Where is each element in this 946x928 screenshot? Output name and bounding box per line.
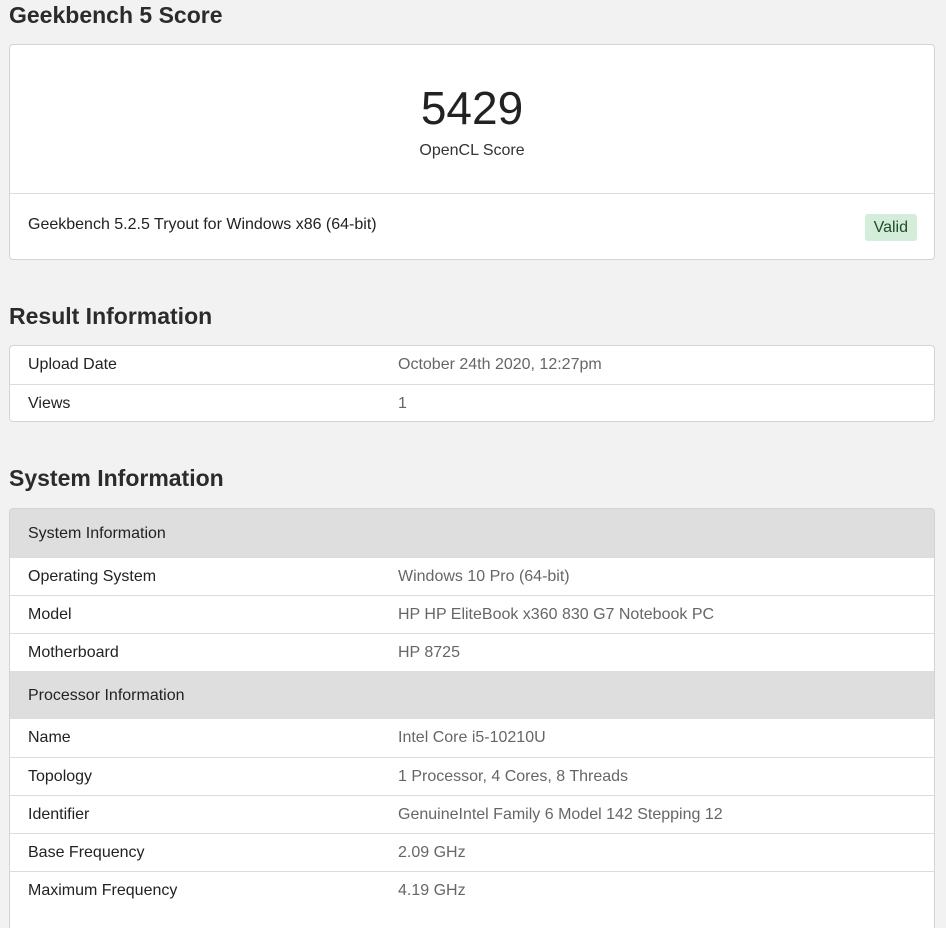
table-row: Base Frequency 2.09 GHz (10, 833, 934, 871)
maximum-frequency-label: Maximum Frequency (28, 882, 178, 899)
score-section-title: Geekbench 5 Score (9, 2, 223, 28)
processor-group-header-label: Processor Information (28, 687, 185, 704)
views-label: Views (28, 395, 71, 412)
identifier-label: Identifier (28, 806, 90, 823)
table-row: Topology 1 Processor, 4 Cores, 8 Threads (10, 757, 934, 795)
result-info-table: Upload Date October 24th 2020, 12:27pm V… (9, 345, 935, 422)
model-label: Model (28, 606, 72, 623)
operating-system-label: Operating System (28, 568, 157, 585)
processor-group-header: Processor Information (10, 671, 934, 719)
table-row: Maximum Frequency 4.19 GHz (10, 871, 934, 909)
table-row: Upload Date October 24th 2020, 12:27pm (10, 346, 934, 384)
motherboard-value: HP 8725 (398, 644, 460, 661)
base-frequency-value: 2.09 GHz (398, 844, 466, 861)
result-section-title: Result Information (9, 303, 213, 329)
views-value: 1 (398, 395, 407, 412)
system-group-header-label: System Information (28, 525, 166, 542)
system-info-table: System Information Operating System Wind… (9, 508, 935, 928)
score-panel: 5429 OpenCL Score (10, 45, 934, 194)
system-group-header: System Information (10, 509, 934, 557)
topology-label: Topology (28, 768, 93, 785)
table-row: Views 1 (10, 384, 934, 422)
identifier-value: GenuineIntel Family 6 Model 142 Stepping… (398, 806, 723, 823)
processor-name-value: Intel Core i5-10210U (398, 729, 546, 746)
table-row: Motherboard HP 8725 (10, 633, 934, 671)
valid-status-badge: Valid (864, 214, 917, 241)
motherboard-label: Motherboard (28, 644, 119, 661)
upload-date-value: October 24th 2020, 12:27pm (398, 356, 602, 373)
version-bar: Geekbench 5.2.5 Tryout for Windows x86 (… (10, 194, 934, 260)
score-card: 5429 OpenCL Score Geekbench 5.2.5 Tryout… (9, 44, 935, 260)
table-row: Operating System Windows 10 Pro (64-bit) (10, 557, 934, 595)
benchmark-version: Geekbench 5.2.5 Tryout for Windows x86 (… (28, 216, 377, 233)
upload-date-label: Upload Date (28, 356, 117, 373)
opencl-score-label: OpenCL Score (419, 142, 525, 159)
processor-name-label: Name (28, 729, 71, 746)
table-row: Identifier GenuineIntel Family 6 Model 1… (10, 795, 934, 833)
base-frequency-label: Base Frequency (28, 844, 145, 861)
model-value: HP HP EliteBook x360 830 G7 Notebook PC (398, 606, 715, 623)
table-row: Name Intel Core i5-10210U (10, 719, 934, 757)
topology-value: 1 Processor, 4 Cores, 8 Threads (398, 768, 629, 785)
maximum-frequency-value: 4.19 GHz (398, 882, 466, 899)
table-row: Model HP HP EliteBook x360 830 G7 Notebo… (10, 595, 934, 633)
operating-system-value: Windows 10 Pro (64-bit) (398, 568, 570, 585)
system-section-title: System Information (9, 465, 224, 491)
opencl-score-value: 5429 (420, 82, 524, 134)
